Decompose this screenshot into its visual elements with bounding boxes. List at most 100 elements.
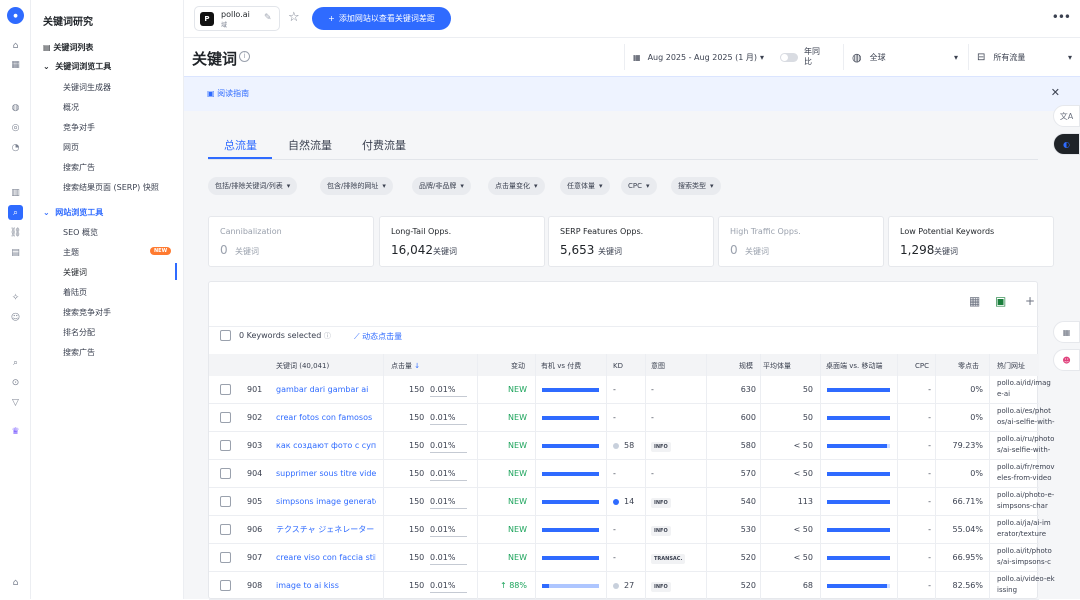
- table-row[interactable]: 904 supprimer sous titre video 150 0.01% NEW…: [209, 460, 1055, 488]
- filter-icon[interactable]: ▽: [8, 395, 23, 410]
- col-volume[interactable]: 规模: [739, 356, 753, 376]
- table-row[interactable]: 903 как создают фото с суперзвёздами 150 0.…: [209, 432, 1054, 460]
- select-all-checkbox[interactable]: [220, 330, 231, 341]
- keyword-link[interactable]: creare viso con faccia stilizzata: [276, 544, 376, 572]
- keyword-research-icon[interactable]: ⌕: [8, 205, 23, 220]
- table-row[interactable]: 906 テクスチャ ジェネレーター 150 0.01% NEW - INFO 530 < 50 -…: [209, 516, 1051, 544]
- sidebar-group-website-tools[interactable]: ⌄ 网站浏览工具: [43, 207, 103, 218]
- sidebar-item-competitors[interactable]: 竞争对手: [63, 122, 95, 133]
- top-url-link[interactable]: pollo.ai/ru/photos/ai-selfie-with-: [997, 434, 1055, 458]
- excel-export-icon[interactable]: ▣: [995, 294, 1006, 308]
- more-icon[interactable]: •••: [1052, 10, 1071, 24]
- filter-urls[interactable]: 包含/排除的网址: [320, 177, 393, 195]
- filter-clicks-change[interactable]: 点击量变化: [488, 177, 545, 195]
- globe-icon[interactable]: ◍: [8, 100, 23, 115]
- row-checkbox[interactable]: [220, 552, 231, 563]
- top-url-link[interactable]: pollo.ai/es/photos/ai-selfie-with-: [997, 406, 1055, 430]
- document-icon[interactable]: ▤: [8, 245, 23, 260]
- col-organic-paid[interactable]: 有机 vs 付费: [541, 356, 581, 376]
- col-desktop-mobile[interactable]: 桌面端 vs. 移动端: [826, 356, 882, 376]
- yoy-toggle[interactable]: 年同比: [774, 44, 841, 70]
- sidebar-item-pages[interactable]: 网页: [63, 142, 79, 153]
- top-url-link[interactable]: pollo.ai/id/image-ai: [997, 378, 1055, 402]
- sidebar-item-generator[interactable]: 关键词生成器: [63, 82, 111, 93]
- feedback-icon[interactable]: ☻: [1053, 349, 1080, 371]
- sidebar-group-keyword-tools[interactable]: ⌄ 关键词浏览工具: [43, 61, 111, 72]
- domain-selector[interactable]: P pollo.ai 域 ✎: [194, 6, 280, 31]
- sidebar-item-search-ads[interactable]: 搜索广告: [63, 162, 95, 173]
- date-range-select[interactable]: ▦ Aug 2025 - Aug 2025 (1 月) ▾: [624, 44, 774, 70]
- toggle-switch[interactable]: [780, 52, 798, 62]
- search-circle-icon[interactable]: ⊙: [8, 375, 23, 390]
- card-serp-features[interactable]: SERP Features Opps. 5,653 关键词: [548, 216, 714, 267]
- top-url-link[interactable]: pollo.ai/ja/ai-imerator/texture: [997, 518, 1055, 542]
- sidebar-item-topics[interactable]: 主题: [63, 247, 79, 258]
- crown-icon[interactable]: ♛: [8, 424, 23, 439]
- row-checkbox[interactable]: [220, 496, 231, 507]
- col-intent[interactable]: 意图: [651, 356, 665, 376]
- chart-pie-icon[interactable]: ◔: [8, 140, 23, 155]
- keyword-link[interactable]: crear fotos con famosos: [276, 404, 376, 432]
- sidebar-item-search-competitors[interactable]: 搜索竞争对手: [63, 307, 111, 318]
- bar-chart-icon[interactable]: ▥: [8, 185, 23, 200]
- dynamic-clicks-button[interactable]: ⟋ 动态点击量: [354, 331, 402, 342]
- filter-keywords[interactable]: 包括/排除关键词/列表: [208, 177, 298, 195]
- row-checkbox[interactable]: [220, 580, 231, 591]
- filter-brand[interactable]: 品牌/非品牌: [412, 177, 471, 195]
- close-icon[interactable]: ✕: [1051, 86, 1060, 99]
- tab-organic-traffic[interactable]: 自然流量: [288, 137, 332, 153]
- sidebar-item-site-search-ads[interactable]: 搜索广告: [63, 347, 95, 358]
- col-cpc[interactable]: CPC: [915, 356, 929, 376]
- sidebar-item-keyword-list[interactable]: ▤ 关键词列表: [43, 42, 93, 53]
- translate-icon[interactable]: 文A: [1053, 105, 1080, 127]
- table-row[interactable]: 908 image to ai kiss 150 0.01% ↑ 88% 27 INFO 52…: [209, 572, 1055, 600]
- tab-total-traffic[interactable]: 总流量: [224, 137, 257, 153]
- keyword-link[interactable]: テクスチャ ジェネレーター: [276, 516, 376, 544]
- row-checkbox[interactable]: [220, 384, 231, 395]
- keyword-link[interactable]: supprimer sous titre video: [276, 460, 376, 488]
- col-top-url[interactable]: 热门网址: [997, 356, 1025, 376]
- top-url-link[interactable]: pollo.ai/it/photos/ai-simpsons-c: [997, 546, 1055, 570]
- sidebar-item-keywords[interactable]: 关键词: [63, 267, 87, 278]
- table-row[interactable]: 907 creare viso con faccia stilizzata 150 0…: [209, 544, 1052, 572]
- bot-icon[interactable]: ☺: [8, 310, 23, 325]
- assistant-icon[interactable]: ◐: [1053, 133, 1080, 155]
- sidebar-item-serp-snapshot[interactable]: 搜索结果页面 (SERP) 快照: [63, 182, 159, 193]
- filter-cpc[interactable]: CPC: [621, 177, 657, 195]
- sidebar-item-landing-pages[interactable]: 着陆页: [63, 287, 87, 298]
- sidebar-item-rank-distribution[interactable]: 排名分配: [63, 327, 95, 338]
- keyword-link[interactable]: image to ai kiss: [276, 572, 376, 600]
- row-checkbox[interactable]: [220, 524, 231, 535]
- add-column-icon[interactable]: +: [1025, 294, 1035, 308]
- add-website-button[interactable]: + 添加网站以查看关键词差距: [312, 7, 451, 30]
- apps-icon[interactable]: ▦: [1053, 321, 1080, 343]
- star-icon[interactable]: ☆: [288, 10, 300, 25]
- card-long-tail[interactable]: Long-Tail Opps. 16,042 关键词: [379, 216, 545, 267]
- region-select[interactable]: ◍ 全球 ▾: [843, 44, 966, 70]
- sparkle-icon[interactable]: ✧: [8, 290, 23, 305]
- edit-icon[interactable]: ✎: [264, 13, 272, 23]
- traffic-select[interactable]: ⊟ 所有流量 ▾: [968, 44, 1080, 70]
- table-row[interactable]: 905 simpsons image generator 150 0.01% NEW 14…: [209, 488, 1054, 516]
- top-url-link[interactable]: pollo.ai/video-ekissing: [997, 574, 1055, 598]
- table-layout-icon[interactable]: ▦: [969, 294, 980, 308]
- col-kd[interactable]: KD: [613, 356, 623, 376]
- home-icon[interactable]: ⌂: [8, 38, 23, 53]
- table-row[interactable]: 902 crear fotos con famosos 150 0.01% NEW - - 6…: [209, 404, 1055, 432]
- card-low-potential[interactable]: Low Potential Keywords 1,298 关键词: [888, 216, 1054, 267]
- row-checkbox[interactable]: [220, 412, 231, 423]
- reading-guide-link[interactable]: ▣ 阅读指南: [207, 88, 249, 99]
- col-change[interactable]: 变动: [511, 356, 525, 376]
- tab-paid-traffic[interactable]: 付费流量: [362, 137, 406, 153]
- col-clicks[interactable]: 点击量 ↓: [391, 356, 420, 376]
- card-cannibalization[interactable]: Cannibalization 0 关键词: [208, 216, 374, 267]
- col-avg-volume[interactable]: 平均体量: [763, 356, 791, 376]
- link-icon[interactable]: ⛓: [8, 225, 23, 240]
- keyword-link[interactable]: simpsons image generator: [276, 488, 376, 516]
- keyword-link[interactable]: gambar dari gambar ai: [276, 376, 376, 404]
- col-keyword[interactable]: 关键词 (40,041): [276, 356, 329, 376]
- top-url-link[interactable]: pollo.ai/photo-e-simpsons-char: [997, 490, 1055, 514]
- keyword-link[interactable]: как создают фото с суперзвёздами: [276, 432, 376, 460]
- magnify-list-icon[interactable]: ⌕: [8, 355, 23, 370]
- filter-search-type[interactable]: 搜索类型: [671, 177, 721, 195]
